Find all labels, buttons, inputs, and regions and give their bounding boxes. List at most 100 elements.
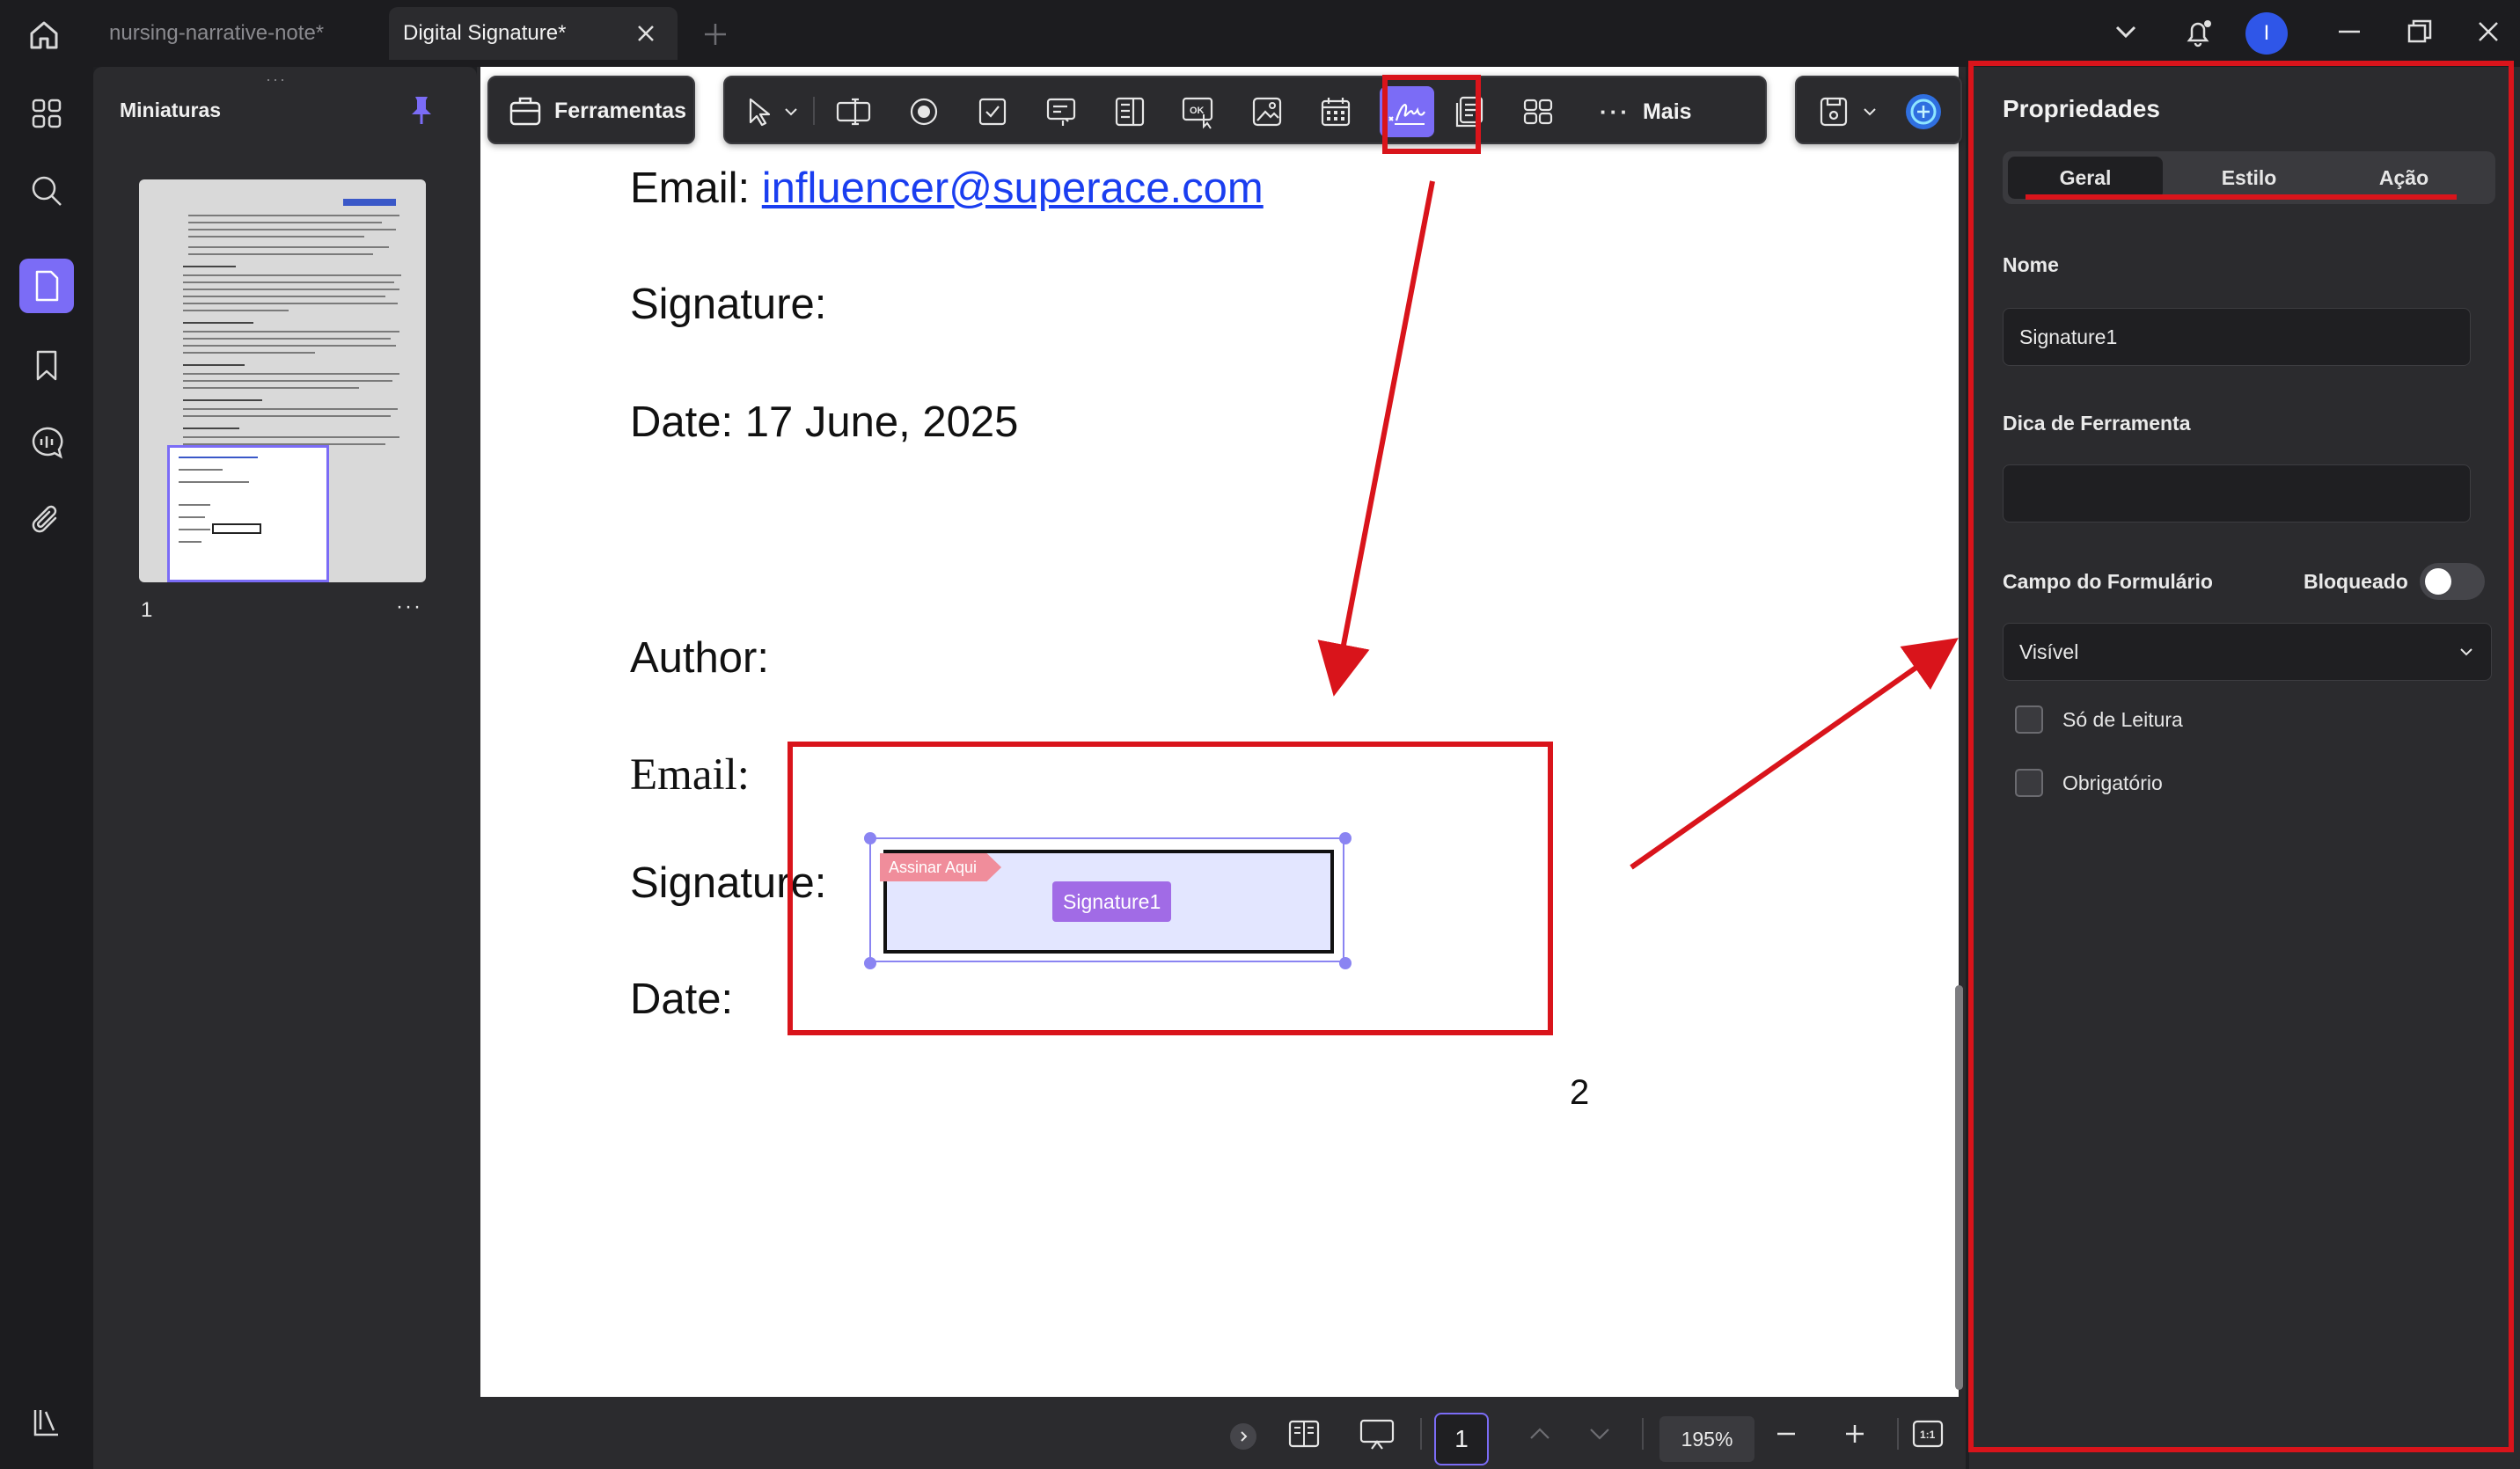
doc-signature-line-top: Signature: [630, 281, 827, 328]
name-input[interactable]: Signature1 [2003, 308, 2471, 366]
more-button[interactable]: ··· Mais [1600, 93, 1692, 130]
sign-here-tag: Assinar Aqui [880, 853, 1002, 881]
required-checkbox[interactable] [2015, 769, 2043, 797]
svg-text:OK: OK [1190, 106, 1205, 116]
digital-signature-tool-button[interactable] [1380, 86, 1434, 137]
doc-email-label: Email: [630, 164, 751, 212]
thumbnail-panel-title: Miniaturas [120, 99, 222, 121]
grid-icon[interactable] [26, 93, 67, 134]
actual-size-icon[interactable]: 1:1 [1908, 1414, 1948, 1453]
tab-nursing-narrative-note[interactable]: nursing-narrative-note* [95, 7, 385, 60]
form-field-label: Campo do Formulário [2003, 570, 2213, 593]
zoom-out-icon[interactable] [1769, 1414, 1804, 1453]
select-pointer-icon[interactable] [737, 90, 783, 134]
left-rail [0, 67, 93, 1469]
resize-handle-bottom-right[interactable] [1339, 957, 1352, 969]
tab-label: Digital Signature* [403, 21, 567, 45]
resize-handle-bottom-left[interactable] [864, 957, 876, 969]
home-icon[interactable] [26, 18, 62, 53]
readonly-label: Só de Leitura [2062, 707, 2183, 731]
visibility-value: Visível [2019, 639, 2079, 663]
resize-handle-top-left[interactable] [864, 832, 876, 844]
avatar-initial: I [2263, 21, 2270, 45]
zoom-in-icon[interactable] [1837, 1414, 1872, 1453]
form-toolbar: OK ··· Mais [723, 76, 1767, 144]
pin-icon[interactable] [407, 93, 436, 127]
more-label: Mais [1642, 99, 1692, 124]
tooltip-input[interactable] [2003, 464, 2471, 523]
ai-assistant-icon[interactable] [1901, 90, 1946, 134]
save-dropdown-icon[interactable] [1858, 90, 1881, 134]
properties-tabs: Geral Estilo Ação [2003, 151, 2495, 204]
library-icon[interactable] [26, 1402, 67, 1443]
chevron-down-icon[interactable] [2110, 16, 2142, 48]
thumb-logo [343, 199, 396, 206]
doc-author-line: Author: [630, 634, 769, 682]
close-tab-icon[interactable] [634, 21, 658, 46]
arrange-grid-icon[interactable] [1515, 90, 1561, 134]
chevron-down-icon [2458, 643, 2475, 661]
close-window-icon[interactable] [2472, 16, 2504, 48]
previous-page-icon[interactable] [1524, 1414, 1556, 1453]
notification-bell-icon[interactable] [2180, 16, 2216, 51]
thumbnail-page-number: 1 [141, 598, 153, 622]
vertical-scrollbar[interactable] [1955, 985, 1963, 1390]
properties-panel: Propriedades Geral Estilo Ação Nome Sign… [1969, 67, 2520, 1469]
comment-icon[interactable] [26, 422, 67, 463]
readonly-checkbox-row[interactable]: Só de Leitura [2015, 704, 2183, 735]
tab-digital-signature[interactable]: Digital Signature* [389, 7, 678, 60]
doc-email-link[interactable]: influencer@superace.com [762, 164, 1264, 212]
status-divider [1420, 1418, 1422, 1450]
attachment-icon[interactable] [26, 500, 67, 540]
visibility-select[interactable]: Visível [2003, 623, 2492, 681]
pages-icon[interactable] [19, 259, 74, 313]
button-field-icon[interactable]: OK [1176, 90, 1221, 134]
doc-date-line-top: Date: 17 June, 2025 [630, 398, 1019, 446]
svg-text:1:1: 1:1 [1920, 1429, 1936, 1441]
checkbox-icon[interactable] [970, 90, 1015, 134]
tab-style[interactable]: Estilo [2172, 157, 2326, 199]
text-field-icon[interactable] [831, 90, 876, 134]
page-number-input[interactable]: 1 [1434, 1413, 1489, 1465]
required-label: Obrigatório [2062, 771, 2163, 794]
doc-date-line-bottom: Date: [630, 976, 734, 1023]
status-divider [1642, 1418, 1644, 1450]
doc-email-line-bottom: Email: [630, 750, 750, 800]
date-field-icon[interactable] [1313, 90, 1359, 134]
next-page-icon[interactable] [1584, 1414, 1615, 1453]
resize-handle-top-right[interactable] [1339, 832, 1352, 844]
combo-box-icon[interactable] [1038, 90, 1084, 134]
zoom-level-display[interactable]: 195% [1659, 1416, 1754, 1462]
restore-icon[interactable] [2404, 16, 2436, 48]
pointer-dropdown-icon[interactable] [778, 90, 804, 134]
status-divider [1897, 1418, 1899, 1450]
avatar[interactable]: I [2245, 12, 2288, 55]
toolbar-divider [813, 97, 815, 125]
thumbnail-more-button[interactable]: ··· [396, 595, 422, 619]
image-field-icon[interactable] [1244, 90, 1290, 134]
tab-general[interactable]: Geral [2008, 157, 2163, 199]
radio-button-icon[interactable] [901, 90, 947, 134]
tab-label: nursing-narrative-note* [109, 21, 325, 45]
document-page[interactable]: Email: influencer@superace.com Signature… [480, 67, 1959, 1397]
properties-title: Propriedades [2003, 95, 2160, 122]
minimize-icon[interactable] [2333, 16, 2365, 48]
required-checkbox-row[interactable]: Obrigatório [2015, 767, 2163, 799]
tools-button[interactable]: Ferramentas [487, 76, 695, 144]
form-fields-list-icon[interactable] [1447, 90, 1492, 134]
tooltip-label: Dica de Ferramenta [2003, 412, 2191, 435]
page-layout-icon[interactable] [1285, 1414, 1323, 1453]
tab-action[interactable]: Ação [2326, 157, 2481, 199]
add-tab-icon[interactable] [700, 19, 730, 49]
save-icon[interactable] [1811, 90, 1857, 134]
tools-label: Ferramentas [554, 99, 687, 123]
panel-drag-handle[interactable]: ··· [266, 70, 287, 89]
bookmark-icon[interactable] [26, 345, 67, 385]
presentation-icon[interactable] [1355, 1414, 1399, 1453]
readonly-checkbox[interactable] [2015, 705, 2043, 734]
expand-toolbar-icon[interactable] [1230, 1423, 1256, 1450]
search-icon[interactable] [26, 171, 67, 211]
locked-toggle[interactable] [2420, 563, 2485, 600]
list-box-icon[interactable] [1107, 90, 1153, 134]
doc-page-footer-number: 2 [1570, 1073, 1590, 1112]
